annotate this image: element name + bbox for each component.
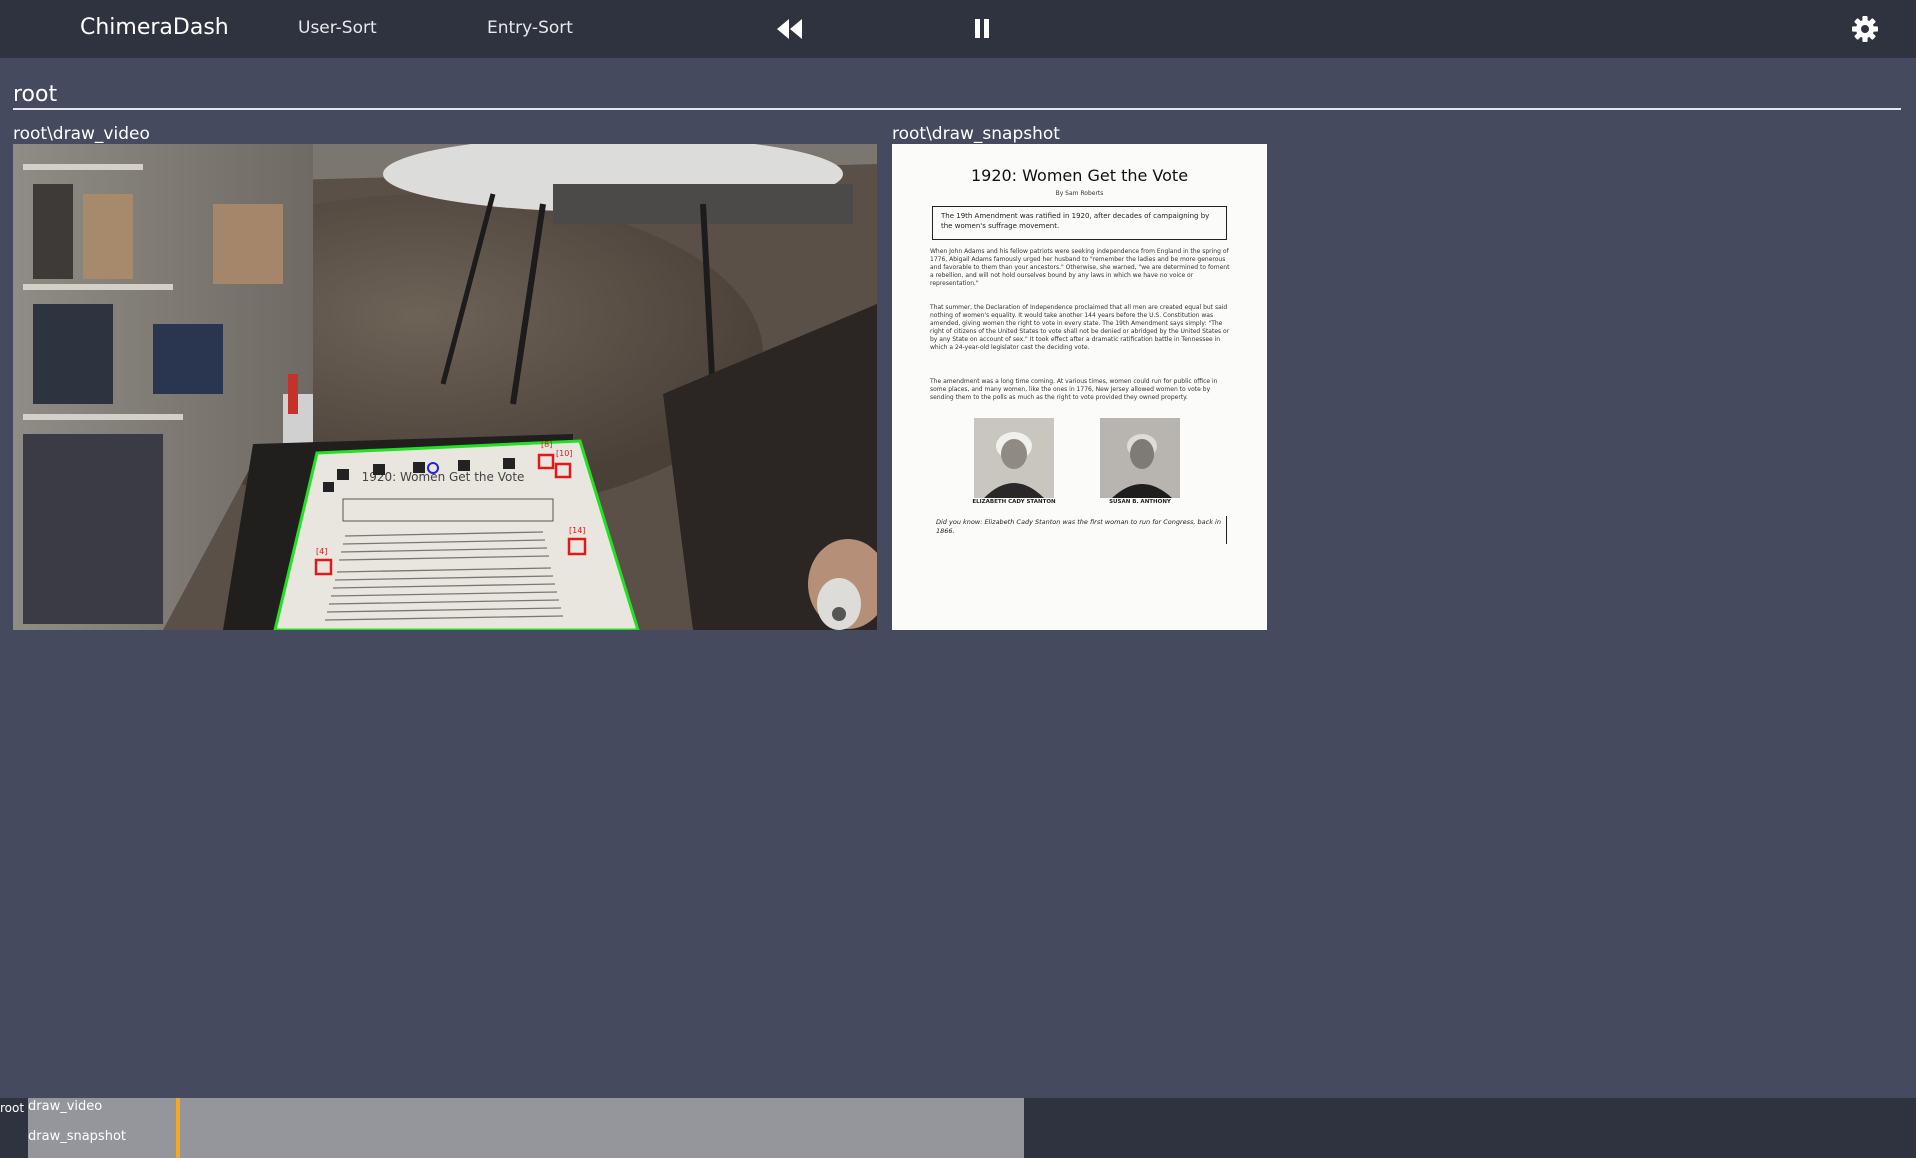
pause-button[interactable] [968,16,996,42]
top-navbar [0,0,1916,58]
entry-sort-link[interactable]: Entry-Sort [487,18,573,38]
did-you-know-box: Did you know: Elizabeth Cady Stanton was… [932,516,1227,544]
video-panel-label: root\draw_video [13,124,150,144]
snapshot-panel-label: root\draw_snapshot [892,124,1060,144]
app-brand[interactable]: ChimeraDash [80,15,229,40]
marker-label: [4] [316,547,327,556]
document-summary: The 19th Amendment was ratified in 1920,… [932,206,1227,240]
snapshot-document: 1920: Women Get the Vote By Sam Roberts … [892,144,1267,630]
portrait-caption: SUSAN B. ANTHONY [1109,499,1171,505]
document-paragraph: When John Adams and his fellow patriots … [930,248,1230,287]
section-title: root [13,82,58,107]
user-sort-link[interactable]: User-Sort [298,18,377,38]
settings-button[interactable] [1851,15,1879,43]
pause-icon [975,19,989,38]
portrait-photo [974,418,1054,498]
document-paragraph: That summer, the Declaration of Independ… [930,304,1230,351]
gear-icon [1852,16,1878,42]
rewind-icon [777,19,802,39]
video-feed: 1920: Women Get the Vote [8] [10] [4] [1… [13,144,877,630]
document-paragraph: The amendment was a long time coming. At… [930,378,1218,401]
camera-frame-image: 1920: Women Get the Vote [8] [10] [4] [1… [13,144,877,630]
section-divider [13,108,1901,110]
marker-label: [10] [556,449,572,458]
timeline-row-draw-snapshot[interactable]: draw_snapshot [28,1129,126,1144]
portrait-caption: ELIZABETH CADY STANTON [972,499,1056,505]
marker-label: [8] [541,440,552,449]
timeline-root-label: root [0,1098,28,1158]
portrait-image [974,418,1054,498]
portrait-photo [1100,418,1180,498]
document-title: 1920: Women Get the Vote [970,166,1189,185]
document-byline: By Sam Roberts [1055,190,1104,197]
rewind-button[interactable] [776,16,804,42]
svg-text:1920: Women Get the Vote: 1920: Women Get the Vote [362,470,525,484]
timeline-row-draw-video[interactable]: draw_video [28,1099,102,1114]
marker-label: [14] [569,526,585,535]
timeline-playhead[interactable] [176,1098,180,1158]
portrait-image [1100,418,1180,498]
